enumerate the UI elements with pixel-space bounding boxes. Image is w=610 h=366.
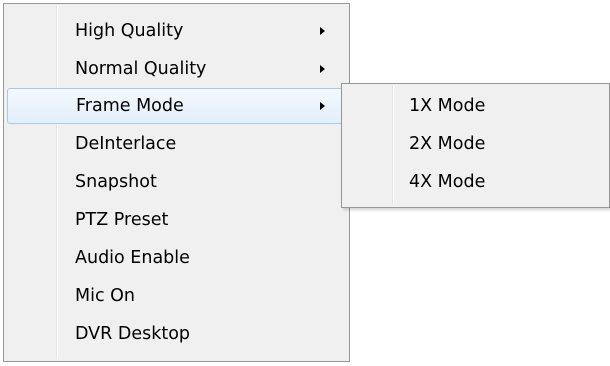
menu-item-label: High Quality xyxy=(75,21,184,41)
menu-item-deinterlace[interactable]: DeInterlace xyxy=(7,126,346,162)
menu-item-label: DVR Desktop xyxy=(75,324,191,344)
menu-item-frame-mode[interactable]: Frame Mode xyxy=(7,88,346,124)
menu-item-label: Audio Enable xyxy=(75,248,190,268)
menu-item-mic-on[interactable]: Mic On xyxy=(7,278,346,314)
submenu-item-4x-mode[interactable]: 4X Mode xyxy=(345,164,606,200)
menu-item-ptz-preset[interactable]: PTZ Preset xyxy=(7,202,346,238)
menu-item-label: DeInterlace xyxy=(75,134,177,154)
submenu-item-label: 1X Mode xyxy=(409,96,486,116)
desktop-area: High Quality Normal Quality Frame Mode D… xyxy=(0,0,610,366)
menu-item-snapshot[interactable]: Snapshot xyxy=(7,164,346,200)
frame-mode-submenu: 1X Mode 2X Mode 4X Mode xyxy=(341,83,610,208)
menu-item-high-quality[interactable]: High Quality xyxy=(7,13,346,49)
menu-item-normal-quality[interactable]: Normal Quality xyxy=(7,51,346,87)
submenu-item-2x-mode[interactable]: 2X Mode xyxy=(345,126,606,162)
menu-item-label: Frame Mode xyxy=(76,96,184,116)
menu-item-label: Mic On xyxy=(75,286,136,306)
menu-item-label: Normal Quality xyxy=(75,59,207,79)
submenu-arrow-icon xyxy=(320,102,325,110)
menu-item-label: Snapshot xyxy=(75,172,157,192)
submenu-item-label: 2X Mode xyxy=(409,134,486,154)
menu-item-dvr-desktop[interactable]: DVR Desktop xyxy=(7,316,346,352)
context-menu: High Quality Normal Quality Frame Mode D… xyxy=(3,3,350,362)
submenu-arrow-icon xyxy=(320,65,325,73)
submenu-item-label: 4X Mode xyxy=(409,172,486,192)
menu-item-label: PTZ Preset xyxy=(75,210,169,230)
submenu-arrow-icon xyxy=(320,27,325,35)
submenu-item-1x-mode[interactable]: 1X Mode xyxy=(345,88,606,124)
menu-item-audio-enable[interactable]: Audio Enable xyxy=(7,240,346,276)
